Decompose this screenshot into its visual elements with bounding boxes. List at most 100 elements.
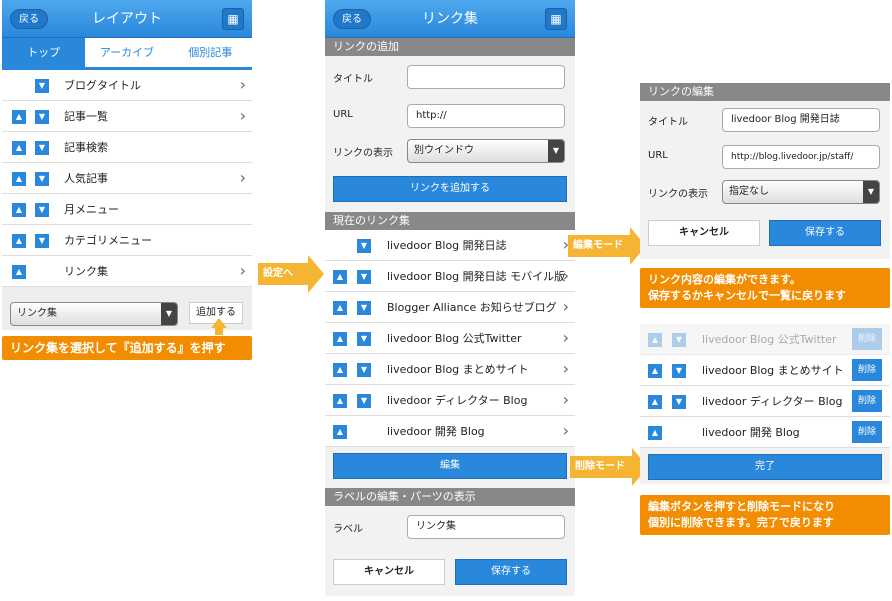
chevron-right-icon: › xyxy=(562,390,569,409)
panel-link-list: 戻る リンク集 ▦ リンクの追加 タイトル URL http:// リンクの表示… xyxy=(325,0,575,596)
down-icon[interactable]: ▼ xyxy=(357,301,371,315)
up-icon[interactable]: ▲ xyxy=(12,234,26,248)
list-item[interactable]: ▲ ▼ livedoor Blog 開発日誌 モバイル版 › xyxy=(325,261,575,292)
up-icon[interactable]: ▲ xyxy=(333,270,347,284)
chevron-down-icon: ▼ xyxy=(161,303,177,325)
chevron-right-icon: › xyxy=(562,359,569,378)
grid-icon[interactable]: ▦ xyxy=(545,8,567,30)
chevron-right-icon: › xyxy=(562,297,569,316)
up-icon[interactable]: ▲ xyxy=(12,203,26,217)
list-item[interactable]: ▲ ▼ 月メニュー xyxy=(2,194,252,225)
cancel-button[interactable]: キャンセル xyxy=(333,559,445,585)
up-icon[interactable]: ▲ xyxy=(648,364,662,378)
up-icon[interactable]: ▲ xyxy=(12,141,26,155)
list-item[interactable]: ▼ livedoor Blog 開発日誌 › xyxy=(325,230,575,261)
list-item[interactable]: ▲ リンク集 › xyxy=(2,256,252,287)
up-icon[interactable]: ▲ xyxy=(333,363,347,377)
cancel-button[interactable]: キャンセル xyxy=(648,220,760,246)
panel-link-edit: リンクの編集 タイトル livedoor Blog 開発日誌 URL http:… xyxy=(640,83,890,259)
part-select[interactable]: リンク集 ▼ xyxy=(10,302,178,326)
delete-button[interactable]: 削除 xyxy=(852,359,882,381)
down-icon[interactable]: ▼ xyxy=(35,203,49,217)
chevron-right-icon: › xyxy=(239,261,246,280)
list-item[interactable]: ▲ ▼ カテゴリメニュー xyxy=(2,225,252,256)
down-icon[interactable]: ▼ xyxy=(672,364,686,378)
arrow-to-edit-mode: 編集モードへ xyxy=(568,227,646,273)
page-title: レイアウト xyxy=(92,11,162,27)
list-item[interactable]: ▼ ブログタイトル › xyxy=(2,70,252,101)
list-item: ▲ livedoor 開発 Blog 削除 xyxy=(640,417,890,448)
down-icon[interactable]: ▼ xyxy=(35,79,49,93)
add-link-button[interactable]: リンクを追加する xyxy=(333,176,567,202)
down-icon[interactable]: ▼ xyxy=(35,110,49,124)
header: 戻る リンク集 ▦ xyxy=(325,0,575,38)
save-button[interactable]: 保存する xyxy=(455,559,567,585)
delete-button[interactable]: 削除 xyxy=(852,421,882,443)
done-button[interactable]: 完了 xyxy=(648,454,882,480)
section-header: リンクの追加 xyxy=(325,38,575,56)
down-icon[interactable]: ▼ xyxy=(357,270,371,284)
url-input[interactable]: http://blog.livedoor.jp/staff/ xyxy=(722,145,880,169)
header: 戻る レイアウト ▦ xyxy=(2,0,252,38)
display-select[interactable]: 指定なし ▼ xyxy=(722,180,880,204)
tab-top[interactable]: トップ xyxy=(2,38,86,67)
arrow-to-delete-mode: 削除モードへ xyxy=(570,448,648,494)
chevron-right-icon: › xyxy=(239,168,246,187)
label-input[interactable]: リンク集 xyxy=(407,515,565,539)
display-select[interactable]: 別ウインドウ ▼ xyxy=(407,139,565,163)
tab-bar: トップ アーカイブ 個別記事 xyxy=(2,38,252,70)
list-item[interactable]: ▲ ▼ livedoor Blog まとめサイト › xyxy=(325,354,575,385)
section-header: 現在のリンク集 xyxy=(325,212,575,230)
up-icon[interactable]: ▲ xyxy=(648,395,662,409)
down-icon[interactable]: ▼ xyxy=(357,363,371,377)
delete-button: 削除 xyxy=(852,328,882,350)
list-item[interactable]: ▲ ▼ 記事一覧 › xyxy=(2,101,252,132)
list-item[interactable]: ▲ livedoor 開発 Blog › xyxy=(325,416,575,447)
link-list: ▼ livedoor Blog 開発日誌 › ▲ ▼ livedoor Blog 開発日… xyxy=(325,230,575,447)
title-input[interactable]: livedoor Blog 開発日誌 xyxy=(722,108,880,132)
up-icon[interactable]: ▲ xyxy=(333,425,347,439)
list-item[interactable]: ▲ ▼ 人気記事 › xyxy=(2,163,252,194)
down-icon[interactable]: ▼ xyxy=(672,395,686,409)
down-icon[interactable]: ▼ xyxy=(35,234,49,248)
instruction-note-2: リンク内容の編集ができます。 保存するかキャンセルで一覧に戻ります xyxy=(640,268,890,308)
list-item[interactable]: ▲ ▼ livedoor Blog 公式Twitter › xyxy=(325,323,575,354)
save-button[interactable]: 保存する xyxy=(769,220,881,246)
grid-icon[interactable]: ▦ xyxy=(222,8,244,30)
panel-layout: 戻る レイアウト ▦ トップ アーカイブ 個別記事 ▼ ブログタイトル › ▲ ▼ 記事… xyxy=(2,0,252,330)
down-icon[interactable]: ▼ xyxy=(35,141,49,155)
down-icon[interactable]: ▼ xyxy=(357,332,371,346)
list-item[interactable]: ▲ ▼ livedoor ディレクター Blog › xyxy=(325,385,575,416)
delete-button[interactable]: 削除 xyxy=(852,390,882,412)
list-item: ▲ ▼ livedoor ディレクター Blog 削除 xyxy=(640,386,890,417)
up-icon[interactable]: ▲ xyxy=(648,426,662,440)
url-input[interactable]: http:// xyxy=(407,104,565,128)
up-icon[interactable]: ▲ xyxy=(333,301,347,315)
chevron-right-icon: › xyxy=(562,266,569,285)
chevron-down-icon: ▼ xyxy=(863,181,879,203)
edit-button[interactable]: 編集 xyxy=(333,453,567,479)
pointer-arrow-stem xyxy=(215,327,223,335)
tab-archive[interactable]: アーカイブ xyxy=(85,38,168,67)
list-item[interactable]: ▲ ▼ 記事検索 xyxy=(2,132,252,163)
down-icon[interactable]: ▼ xyxy=(357,394,371,408)
section-header: ラベルの編集・パーツの表示 xyxy=(325,488,575,506)
title-input[interactable] xyxy=(407,65,565,89)
up-icon[interactable]: ▲ xyxy=(12,172,26,186)
list-item: ▲ ▼ livedoor Blog 公式Twitter 削除 xyxy=(640,324,890,355)
section-header: リンクの編集 xyxy=(640,83,890,101)
down-icon[interactable]: ▼ xyxy=(357,239,371,253)
chevron-right-icon: › xyxy=(239,106,246,125)
tab-single[interactable]: 個別記事 xyxy=(169,38,252,67)
chevron-right-icon: › xyxy=(239,75,246,94)
instruction-note-3: 編集ボタンを押すと削除モードになり 個別に削除できます。完了で戻ります xyxy=(640,495,890,535)
instruction-note-1: リンク集を選択して『追加する』を押す xyxy=(2,336,252,360)
chevron-right-icon: › xyxy=(562,328,569,347)
up-icon[interactable]: ▲ xyxy=(333,332,347,346)
down-icon[interactable]: ▼ xyxy=(35,172,49,186)
up-icon[interactable]: ▲ xyxy=(12,110,26,124)
chevron-down-icon: ▼ xyxy=(548,140,564,162)
up-icon[interactable]: ▲ xyxy=(12,265,26,279)
list-item[interactable]: ▲ ▼ Blogger Alliance お知らせブログ › xyxy=(325,292,575,323)
up-icon[interactable]: ▲ xyxy=(333,394,347,408)
